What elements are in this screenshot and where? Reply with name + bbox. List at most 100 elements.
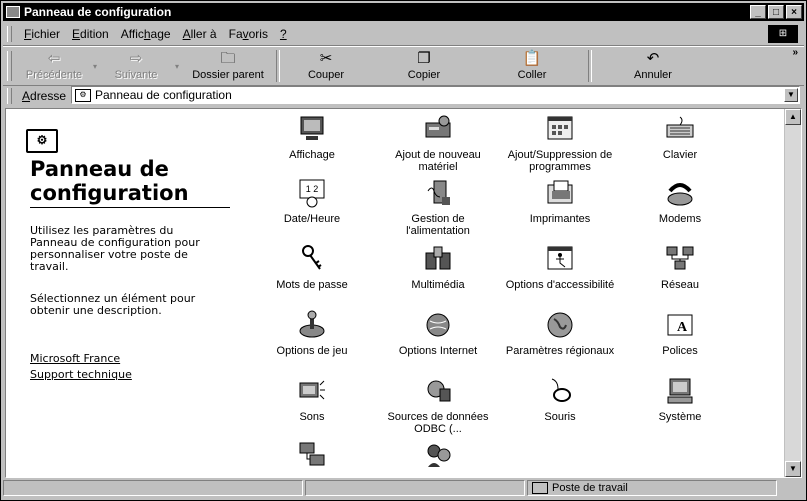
maximize-button[interactable]: □ (768, 5, 784, 19)
item-label: Polices (662, 345, 698, 357)
menu-fichier[interactable]: Fichier (18, 27, 66, 41)
control-panel-item[interactable]: Options de jeu (256, 309, 368, 357)
scissors-icon: ✂ (319, 50, 333, 67)
minimize-button[interactable]: _ (750, 5, 766, 19)
folder-view: ⚙ Panneau de configuration Utilisez les … (5, 108, 802, 478)
item-label: Affichage (289, 149, 335, 161)
control-panel-item[interactable]: 1 2 Date/Heure (256, 177, 368, 225)
control-panel-item[interactable]: Affichage (256, 113, 368, 161)
toolbar-overflow-icon[interactable]: » (792, 47, 798, 58)
vertical-scrollbar[interactable]: ▲ ▼ (784, 109, 801, 477)
control-panel-item[interactable]: Clavier (624, 113, 736, 161)
toolbar-grip[interactable] (7, 88, 12, 104)
menu-affichage[interactable]: Affichage (115, 27, 177, 41)
item-label: Souris (544, 411, 576, 423)
address-label: Adresse (22, 89, 67, 103)
copy-button[interactable]: ❐ Copier (370, 47, 478, 85)
control-panel-item[interactable]: Options d'accessibilité (504, 243, 616, 291)
forward-arrow-icon: ⇨ (129, 50, 143, 67)
control-panel-item[interactable]: Réseau (624, 243, 736, 291)
paste-button[interactable]: 📋 Coller (478, 47, 586, 85)
control-panel-item[interactable]: Système (624, 375, 736, 423)
speaker-computer-icon (299, 380, 325, 400)
folder-up-icon: 🗀 (220, 50, 236, 67)
control-panel-item[interactable]: Gestion de l'alimentation (382, 177, 494, 237)
item-label: Sources de données ODBC (... (387, 411, 489, 435)
link-support-technique[interactable]: Support technique (30, 368, 132, 381)
item-label: Gestion de l'alimentation (406, 213, 470, 237)
control-panel-item[interactable]: Options Internet (382, 309, 494, 357)
item-label: Ajout de nouveau matériel (395, 149, 481, 173)
control-panel-item[interactable]: Modems (624, 177, 736, 225)
explorer-window: Panneau de configuration _ □ × Fichier E… (0, 0, 807, 501)
title-bar[interactable]: Panneau de configuration _ □ × (3, 3, 804, 21)
menu-favoris[interactable]: Favoris (223, 27, 274, 41)
scroll-up-button[interactable]: ▲ (785, 109, 801, 125)
forward-button[interactable]: ⇨ Suivante (100, 47, 172, 85)
toolbar-separator (276, 50, 280, 82)
fonts-folder-icon: A (667, 314, 693, 336)
close-button[interactable]: × (786, 5, 802, 19)
address-input[interactable]: ⚙ Panneau de configuration ▼ (71, 86, 800, 104)
power-management-icon (427, 180, 450, 205)
webview-panel: ⚙ Panneau de configuration Utilisez les … (6, 109, 236, 477)
status-pane-zone: Poste de travail (527, 480, 777, 496)
control-panel-icon[interactable] (6, 6, 20, 18)
title-underline (30, 207, 230, 208)
item-label: Clavier (662, 149, 698, 161)
link-microsoft-france[interactable]: Microsoft France (30, 352, 120, 365)
mouse-icon (551, 378, 571, 402)
item-label: Options de jeu (276, 345, 348, 357)
menu-help[interactable]: ? (274, 27, 293, 41)
calendar-clock-icon: 1 2 (299, 179, 325, 208)
scroll-down-button[interactable]: ▼ (785, 461, 801, 477)
panel-title: Panneau de configuration (30, 157, 189, 205)
control-panel-item[interactable] (382, 439, 494, 475)
modem-telephone-icon (667, 183, 693, 206)
cut-button[interactable]: ✂ Couper (282, 47, 370, 85)
back-button[interactable]: ⇦ Précédente (18, 47, 90, 85)
keyboard-icon (666, 116, 694, 138)
back-dropdown-icon[interactable]: ▾ (90, 62, 100, 71)
control-panel-item[interactable]: Paramètres régionaux (504, 309, 616, 357)
control-panel-folder-icon: ⚙ (26, 129, 58, 153)
computers-icon (299, 442, 325, 466)
back-arrow-icon: ⇦ (47, 50, 61, 67)
control-panel-item[interactable]: Multimédia (382, 243, 494, 291)
panel-description: Utilisez les paramètres du Panneau de co… (30, 224, 200, 273)
control-panel-item[interactable]: Sons (256, 375, 368, 423)
undo-button[interactable]: ↶ Annuler (594, 47, 712, 85)
address-dropdown-icon[interactable]: ▼ (784, 88, 798, 102)
toolbar-grip[interactable] (7, 26, 12, 42)
multimedia-icon (425, 246, 451, 270)
svg-text:1 2: 1 2 (306, 184, 319, 194)
printers-folder-icon (547, 180, 573, 204)
control-panel-item[interactable]: Ajout/Suppression de programmes (504, 113, 616, 173)
up-folder-button[interactable]: 🗀 Dossier parent (182, 47, 274, 85)
item-label: Imprimantes (529, 213, 591, 225)
forward-dropdown-icon[interactable]: ▾ (172, 62, 182, 71)
control-panel-item[interactable]: Sources de données ODBC (... (382, 375, 494, 435)
control-panel-item[interactable]: Mots de passe (256, 243, 368, 291)
computer-icon (532, 482, 548, 495)
item-label: Ajout/Suppression de programmes (507, 149, 613, 173)
accessibility-icon (547, 246, 573, 270)
control-panel-item[interactable]: Imprimantes (504, 177, 616, 225)
item-label: Date/Heure (283, 213, 341, 225)
address-bar: Adresse ⚙ Panneau de configuration ▼ (3, 85, 804, 107)
control-panel-item[interactable]: A Polices (624, 309, 736, 357)
control-panel-item[interactable]: Ajout de nouveau matériel (382, 113, 494, 173)
users-icon (427, 444, 451, 467)
item-label: Mots de passe (276, 279, 348, 291)
item-label: Système (658, 411, 702, 423)
toolbar-grip[interactable] (7, 51, 12, 81)
item-label: Options d'accessibilité (505, 279, 615, 291)
network-icon (666, 246, 694, 270)
control-panel-item[interactable] (256, 439, 368, 475)
globe-icon (547, 312, 573, 338)
windows-logo-icon: ⊞ (768, 25, 798, 43)
menu-edition[interactable]: Edition (66, 27, 115, 41)
control-panel-item[interactable]: Souris (504, 375, 616, 423)
menu-aller-a[interactable]: Aller à (177, 27, 223, 41)
address-value: Panneau de configuration (95, 88, 232, 102)
